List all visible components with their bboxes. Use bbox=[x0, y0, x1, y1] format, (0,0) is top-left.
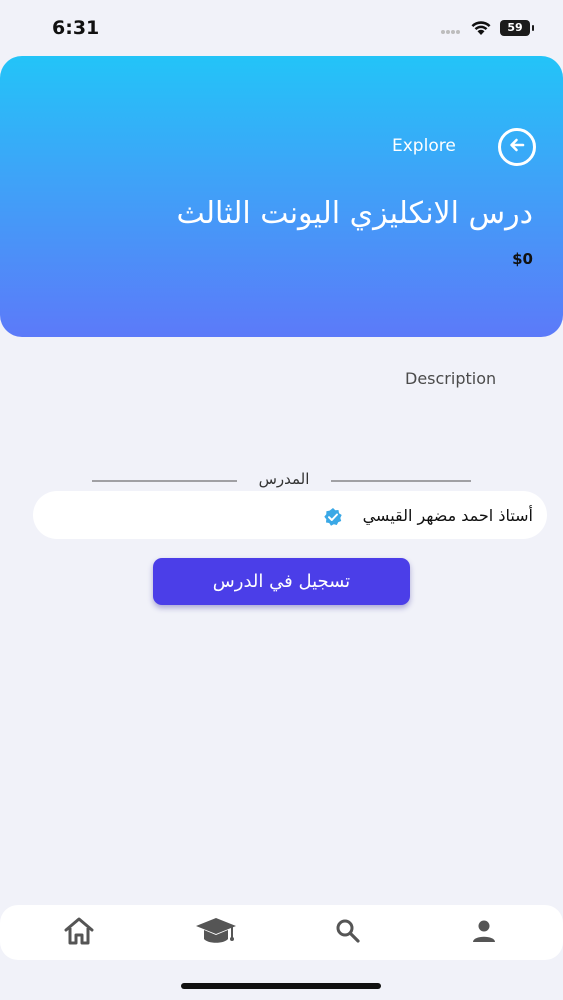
battery-icon: 59 bbox=[500, 20, 534, 36]
arrow-left-icon bbox=[508, 136, 526, 158]
bottom-nav bbox=[0, 905, 563, 960]
nav-courses[interactable] bbox=[196, 917, 236, 949]
home-indicator bbox=[181, 983, 381, 989]
person-icon bbox=[471, 918, 497, 948]
teacher-name: أستاذ احمد مضهر القيسي bbox=[362, 506, 533, 525]
course-details-screen: 6:31 59 Explore درس الانكليزي اليونت الث… bbox=[0, 0, 563, 1000]
nav-profile[interactable] bbox=[464, 917, 504, 949]
nav-search[interactable] bbox=[328, 917, 368, 949]
enroll-button[interactable]: تسجيل في الدرس bbox=[153, 558, 410, 605]
wifi-icon bbox=[470, 19, 492, 40]
course-price: $0 bbox=[512, 250, 533, 268]
graduation-cap-icon bbox=[194, 915, 238, 951]
description-label: Description bbox=[405, 369, 497, 388]
back-button[interactable] bbox=[498, 128, 536, 166]
signal-icon bbox=[440, 23, 460, 42]
course-title: درس الانكليزي اليونت الثالث bbox=[176, 196, 533, 231]
verified-badge-icon bbox=[323, 507, 343, 531]
teacher-heading: المدرس bbox=[258, 470, 310, 488]
course-header-card: Explore درس الانكليزي اليونت الثالث $0 bbox=[0, 56, 563, 337]
divider-line bbox=[92, 480, 237, 482]
teacher-card[interactable]: أستاذ احمد مضهر القيسي bbox=[33, 491, 547, 539]
status-bar: 6:31 59 bbox=[0, 0, 563, 56]
home-icon bbox=[62, 916, 96, 950]
divider-line bbox=[331, 480, 471, 482]
status-time: 6:31 bbox=[52, 17, 100, 39]
explore-link[interactable]: Explore bbox=[392, 136, 456, 156]
search-icon bbox=[334, 917, 362, 949]
nav-home[interactable] bbox=[59, 917, 99, 949]
